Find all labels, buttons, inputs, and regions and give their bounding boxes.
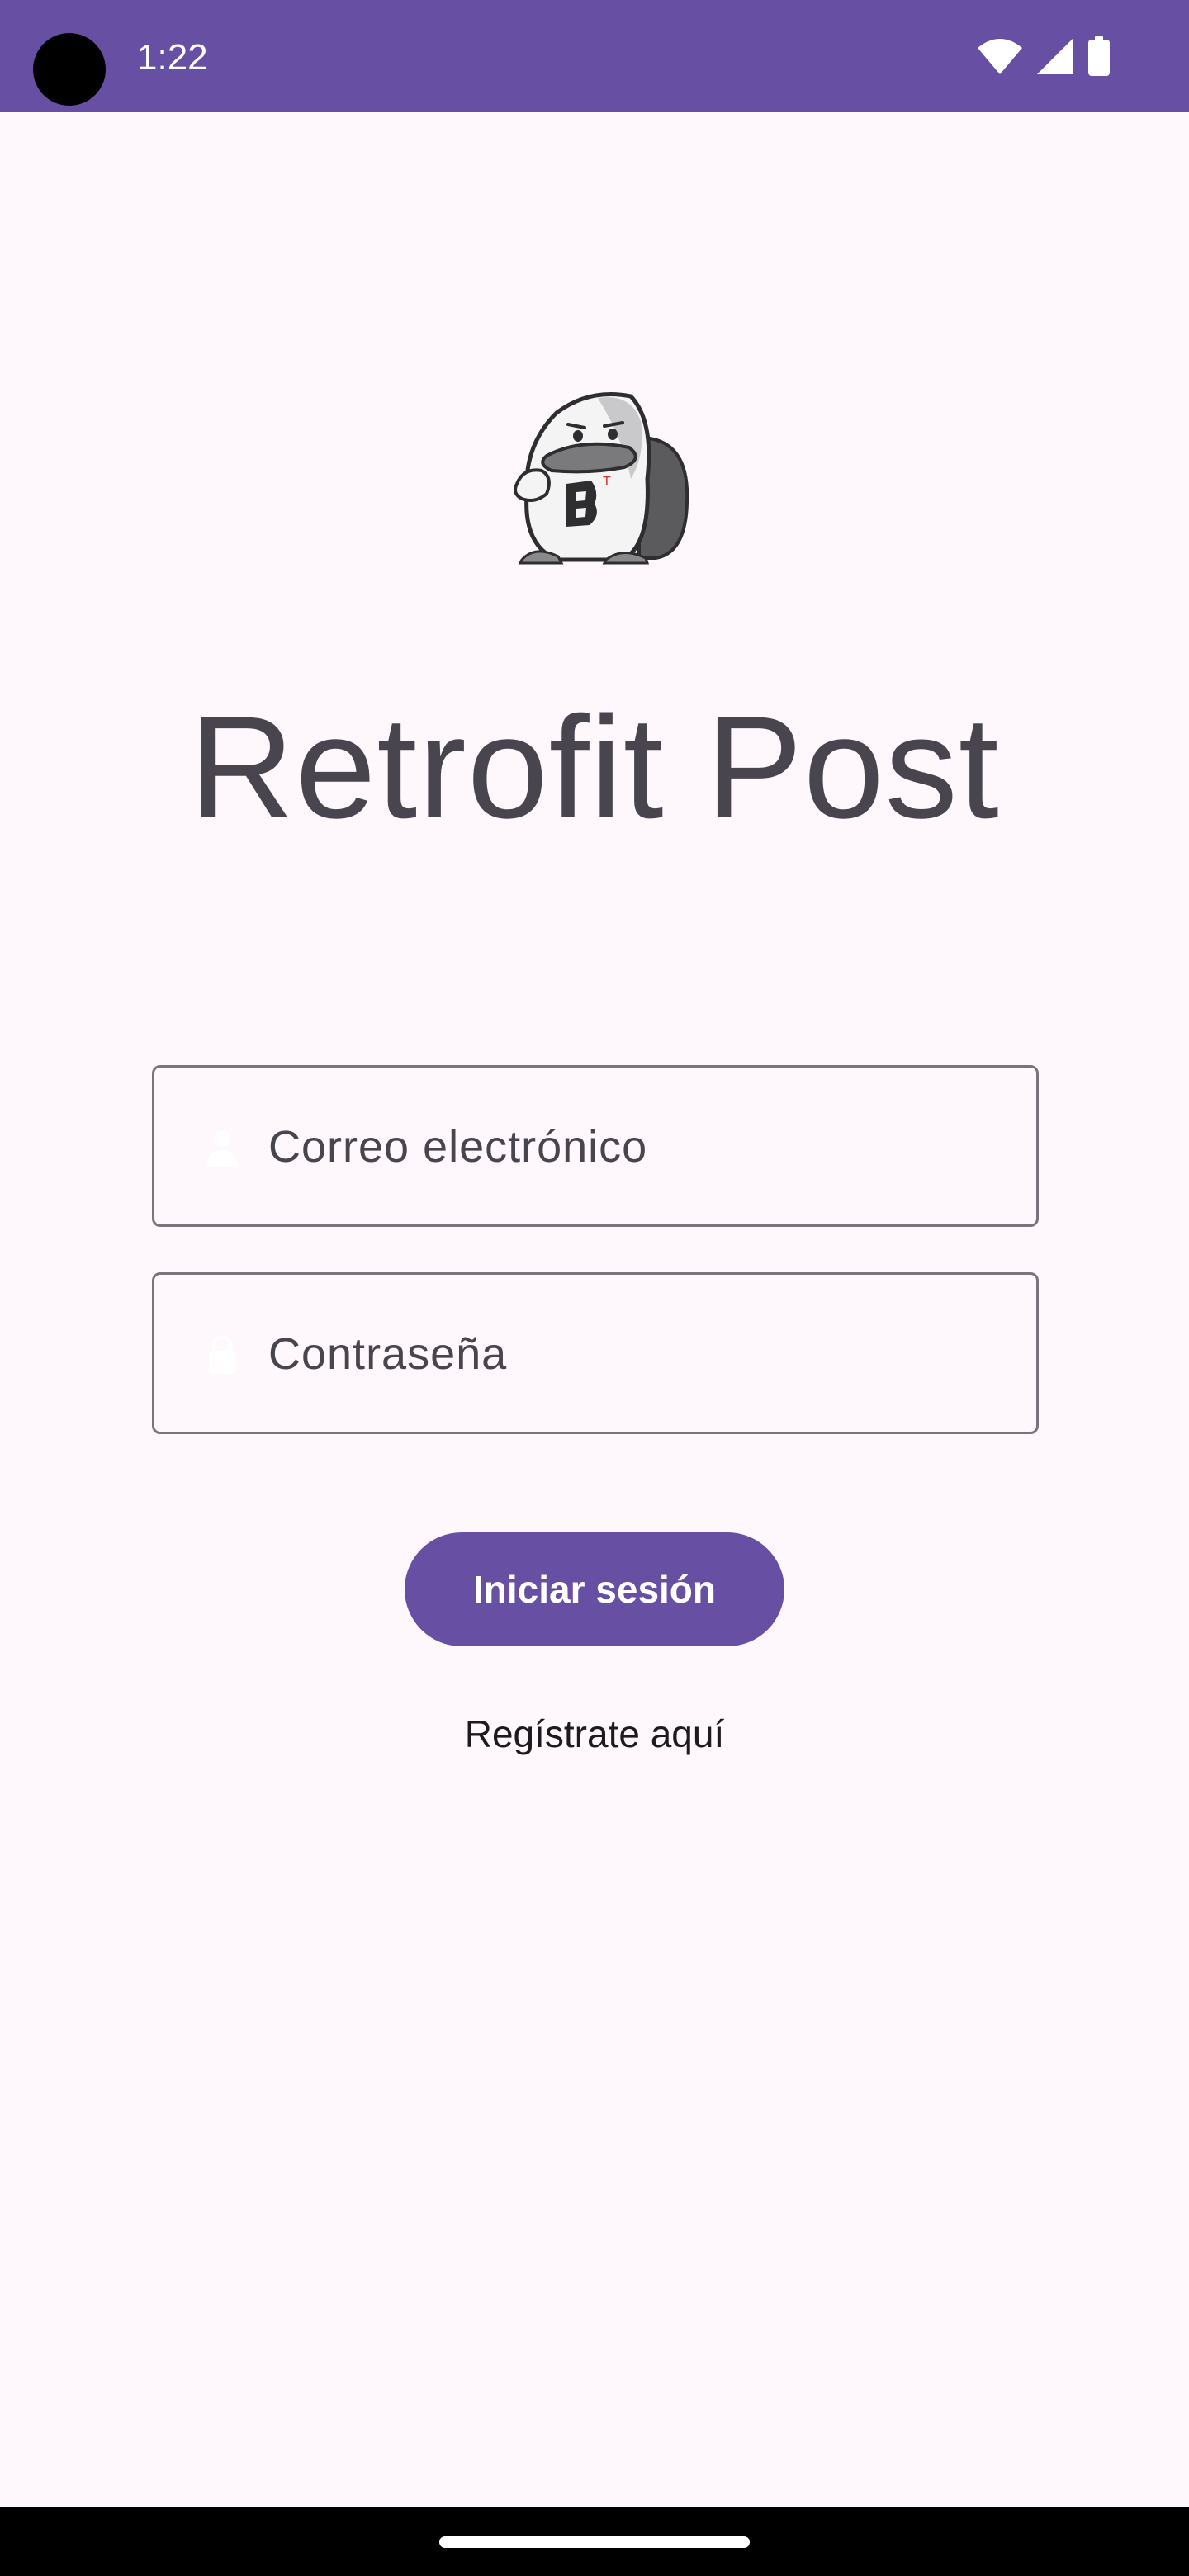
person-icon: [206, 1129, 239, 1167]
email-field-label: Correo electrónico: [268, 1122, 648, 1172]
status-time: 1:22: [137, 37, 208, 78]
login-button[interactable]: Iniciar sesión: [405, 1532, 784, 1646]
register-link[interactable]: Regístrate aquí: [0, 1707, 1189, 1760]
signal-icon: [1037, 38, 1073, 74]
battery-icon: [1088, 36, 1110, 76]
lock-icon: [206, 1335, 239, 1374]
svg-text:T: T: [603, 475, 611, 489]
app-title: Retrofit Post: [189, 687, 1000, 849]
home-indicator[interactable]: [439, 2536, 750, 2548]
password-field[interactable]: Contraseña: [152, 1272, 1039, 1434]
navigation-bar: [0, 2507, 1189, 2576]
camera-cutout: [33, 33, 106, 106]
mascot-logo: T: [499, 388, 690, 570]
email-field[interactable]: Correo electrónico: [152, 1065, 1039, 1227]
status-icons: [978, 36, 1110, 76]
wifi-icon: [978, 38, 1022, 74]
password-field-label: Contraseña: [268, 1329, 508, 1379]
status-bar: 1:22: [0, 0, 1189, 112]
